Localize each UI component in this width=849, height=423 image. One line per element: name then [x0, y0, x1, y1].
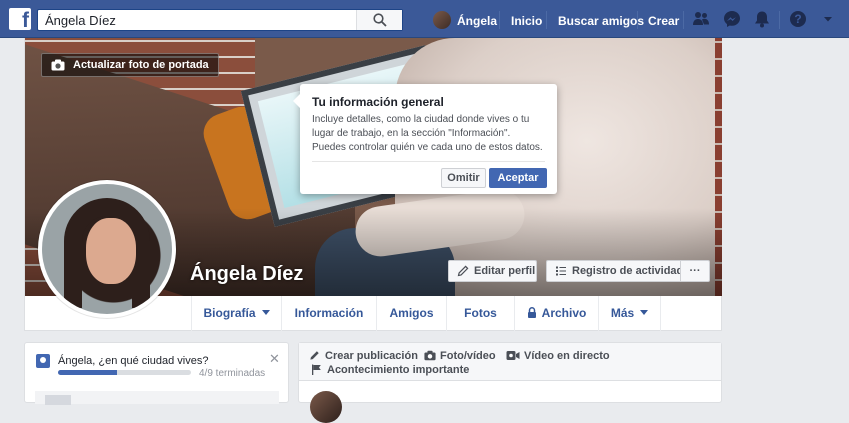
nav-divider [637, 11, 638, 29]
close-icon[interactable]: ✕ [269, 351, 280, 367]
camera-icon [424, 350, 436, 361]
popover-body: Incluye detalles, como la ciudad donde v… [312, 114, 543, 153]
location-pin-icon [36, 354, 50, 368]
list-icon [556, 266, 566, 276]
activity-log-button[interactable]: Registro de actividad [546, 260, 684, 282]
nav-divider [499, 11, 500, 29]
nav-divider [779, 11, 780, 29]
tab-biografia[interactable]: Biografía [192, 296, 282, 331]
life-event-button[interactable]: Acontecimiento importante [311, 364, 469, 376]
create-post-button[interactable]: Crear publicación [309, 350, 418, 362]
general-info-popover: Tu información general Incluye detalles,… [293, 84, 557, 194]
tab-archivo[interactable]: Archivo [515, 296, 599, 331]
accept-button[interactable]: Aceptar [489, 168, 547, 188]
nav-profile-name: Ángela [457, 14, 498, 28]
tab-amigos-label: Amigos [389, 306, 434, 320]
popover-divider [312, 161, 545, 162]
nav-divider [546, 11, 547, 29]
profile-progress-label: 4/9 terminadas [199, 368, 266, 379]
chevron-down-icon [640, 310, 649, 315]
edit-profile-label: Editar perfil [474, 265, 536, 277]
composer-avatar [310, 391, 342, 423]
composer-toolbar: Crear publicación Foto/vídeo Vídeo en di… [299, 343, 721, 381]
search-button[interactable] [356, 10, 402, 30]
live-video-label: Vídeo en directo [524, 350, 610, 362]
notifications-bell-icon[interactable] [753, 10, 771, 28]
profile-progress-fill [58, 370, 118, 375]
help-icon[interactable]: ? [789, 10, 807, 28]
tab-amigos[interactable]: Amigos [377, 296, 447, 331]
facebook-logo[interactable]: f [9, 8, 31, 32]
lock-icon [527, 307, 536, 318]
nav-avatar [433, 11, 451, 29]
nav-home-link[interactable]: Inicio [511, 14, 542, 28]
create-post-label: Crear publicación [325, 350, 418, 362]
pencil-icon [457, 265, 469, 277]
profile-progress-bar [58, 370, 191, 375]
photo-video-button[interactable]: Foto/vídeo [424, 350, 496, 362]
friend-requests-icon[interactable] [692, 10, 710, 28]
top-navigation-bar: f Ángela Díez Ángela Inicio Buscar amigo… [0, 0, 849, 38]
flag-icon [312, 364, 321, 375]
tab-mas-label: Más [610, 306, 635, 320]
activity-log-label: Registro de actividad [572, 265, 684, 277]
life-event-label: Acontecimiento importante [327, 364, 470, 376]
update-cover-photo-label: Actualizar foto de portada [73, 59, 209, 71]
facebook-logo-glyph: f [22, 9, 29, 32]
svg-text:?: ? [794, 12, 801, 26]
nav-create-link[interactable]: Crear [648, 14, 679, 28]
pencil-icon [310, 351, 319, 360]
video-camera-icon [506, 351, 520, 360]
more-options-label: ··· [689, 265, 701, 277]
tab-mas[interactable]: Más [599, 296, 661, 331]
chevron-down-icon [261, 310, 270, 315]
messenger-icon[interactable] [723, 10, 741, 28]
post-composer: Crear publicación Foto/vídeo Vídeo en di… [298, 342, 722, 423]
update-cover-photo-button[interactable]: Actualizar foto de portada [41, 53, 219, 77]
city-question[interactable]: Ángela, ¿en qué ciudad vives? [58, 355, 208, 367]
tab-fotos-label: Fotos [464, 306, 497, 320]
tab-fotos[interactable]: Fotos [447, 296, 515, 331]
city-suggestion-row [35, 391, 279, 405]
city-suggestion-placeholder [45, 395, 71, 405]
popover-title: Tu información general [312, 95, 444, 109]
tab-archivo-label: Archivo [541, 306, 587, 320]
profile-name[interactable]: Ángela Díez [190, 263, 303, 286]
search-input-value: Ángela Díez [45, 13, 116, 28]
profile-picture[interactable] [38, 180, 176, 318]
city-prompt-card: Ángela, ¿en qué ciudad vives? ✕ 4/9 term… [24, 342, 289, 405]
profile-tabs: Biografía Información Amigos Fotos Archi… [191, 296, 722, 331]
more-options-button[interactable]: ··· [680, 260, 710, 282]
live-video-button[interactable]: Vídeo en directo [506, 350, 610, 362]
caret-down-icon[interactable] [819, 10, 837, 28]
nav-divider [683, 11, 684, 29]
search-input[interactable]: Ángela Díez [37, 9, 403, 31]
search-icon [373, 13, 387, 27]
edit-profile-button[interactable]: Editar perfil [448, 260, 537, 282]
skip-button[interactable]: Omitir [441, 168, 486, 188]
photo-video-label: Foto/vídeo [440, 350, 496, 362]
tab-biografia-label: Biografía [203, 306, 256, 320]
tab-informacion[interactable]: Información [282, 296, 377, 331]
profile-picture-image [42, 184, 172, 314]
camera-icon [51, 59, 65, 71]
nav-find-friends-link[interactable]: Buscar amigos [558, 14, 644, 28]
profile-picture-face [86, 218, 136, 284]
tab-informacion-label: Información [294, 306, 364, 320]
